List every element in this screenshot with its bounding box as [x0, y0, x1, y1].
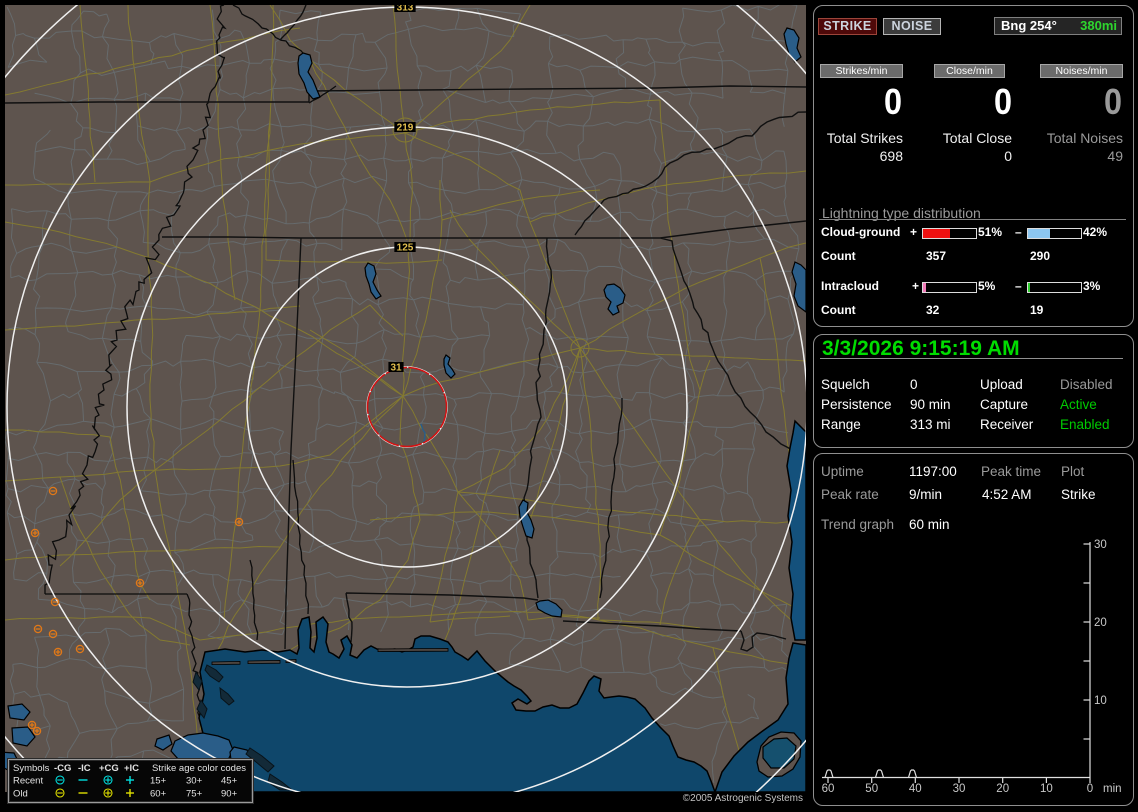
svg-text:20: 20 — [1094, 617, 1107, 629]
svg-text:min: min — [1103, 783, 1122, 795]
svg-text:219: 219 — [397, 123, 414, 134]
svg-text:31: 31 — [390, 363, 402, 374]
svg-text:Symbols: Symbols — [13, 763, 50, 774]
svg-text:Recent: Recent — [13, 776, 43, 787]
svg-text:125: 125 — [397, 243, 414, 254]
svg-text:75+: 75+ — [186, 789, 203, 800]
svg-text:©2005 Astrogenic Systems: ©2005 Astrogenic Systems — [683, 793, 803, 804]
svg-text:+IC: +IC — [124, 763, 139, 774]
svg-text:40: 40 — [909, 783, 922, 795]
svg-text:10: 10 — [1094, 695, 1107, 707]
svg-text:45+: 45+ — [221, 776, 238, 787]
svg-text:60+: 60+ — [150, 789, 167, 800]
svg-text:90+: 90+ — [221, 789, 238, 800]
svg-text:60: 60 — [822, 783, 835, 795]
svg-text:+CG: +CG — [99, 763, 119, 774]
svg-text:Old: Old — [13, 789, 28, 800]
svg-text:-IC: -IC — [78, 763, 91, 774]
svg-text:313: 313 — [397, 3, 414, 14]
svg-text:Strike age color codes: Strike age color codes — [152, 763, 246, 774]
svg-text:10: 10 — [1040, 783, 1053, 795]
svg-text:30: 30 — [953, 783, 966, 795]
svg-text:15+: 15+ — [150, 776, 167, 787]
svg-text:50: 50 — [865, 783, 878, 795]
svg-text:0: 0 — [1087, 783, 1093, 795]
svg-text:20: 20 — [996, 783, 1009, 795]
svg-text:30: 30 — [1094, 539, 1107, 551]
svg-text:30+: 30+ — [186, 776, 203, 787]
svg-text:-CG: -CG — [54, 763, 71, 774]
